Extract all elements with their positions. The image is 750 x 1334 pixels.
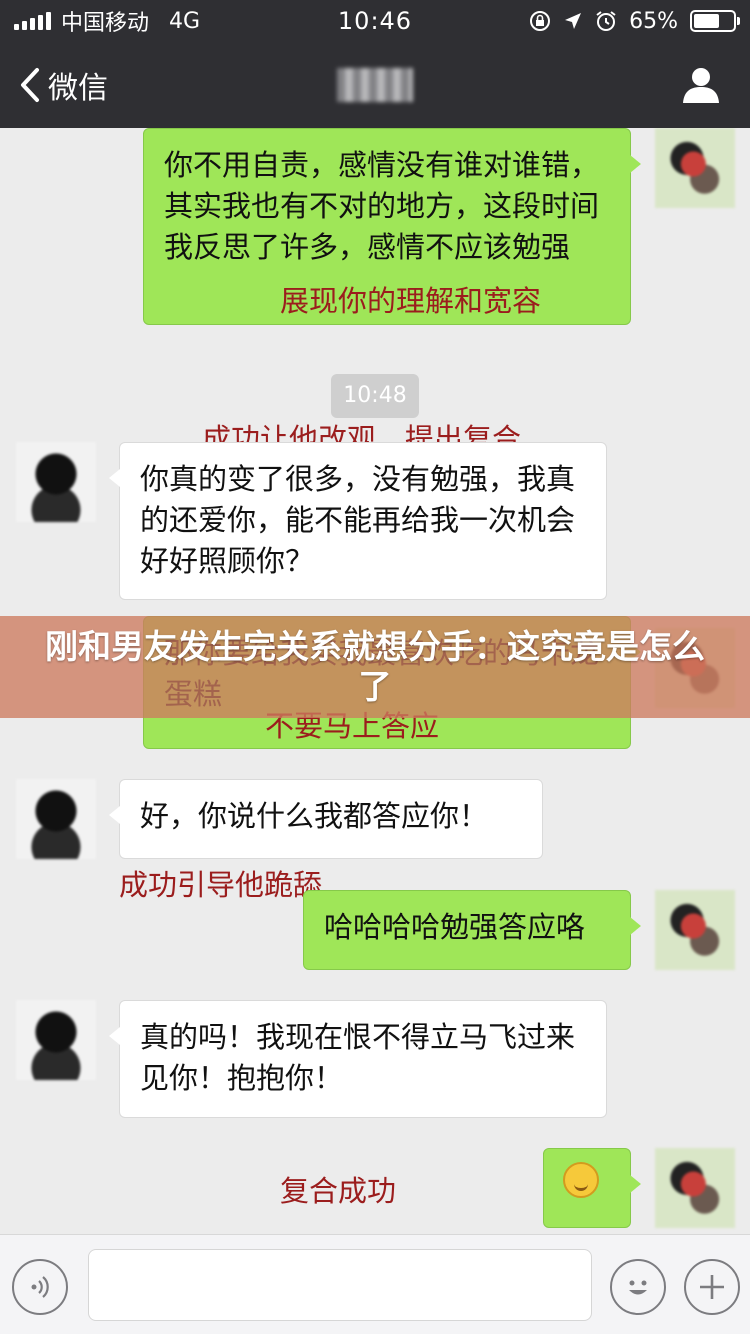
- emoji-button[interactable]: [610, 1259, 666, 1315]
- back-label: 微信: [48, 71, 108, 106]
- alarm-icon: [596, 11, 616, 31]
- annotation-text: 展现你的理解和宽容: [280, 284, 542, 318]
- message-bubble-friend: 你真的变了很多，没有勉强，我真的还爱你，能不能再给我一次机会好好照顾你？: [109, 442, 607, 600]
- location-icon: [565, 13, 582, 29]
- lock-rotation-icon: [530, 11, 551, 31]
- message-input[interactable]: [88, 1249, 592, 1321]
- carrier-label: 中国移动: [61, 11, 150, 36]
- message-bubble-friend: 真的吗！我现在恨不得立马飞过来见你！抱抱你！: [109, 1000, 607, 1118]
- smiley-icon: [629, 1280, 647, 1295]
- my-avatar[interactable]: [655, 890, 735, 970]
- annotation-text: 成功引导他跪舔: [119, 868, 323, 902]
- friend-avatar[interactable]: [16, 1000, 96, 1080]
- input-bar: [0, 1234, 750, 1334]
- network-label: 4G: [169, 8, 201, 34]
- plus-icon: [700, 1275, 724, 1299]
- chat-area[interactable]: 你不用自责，感情没有谁对谁错，其实我也有不对的地方，这段时间我反思了许多，感情不…: [0, 128, 750, 1234]
- top-bar: 中国移动 4G 10:46 65% 微信: [0, 0, 750, 128]
- battery-fill: [694, 14, 719, 28]
- profile-button[interactable]: [682, 66, 720, 108]
- battery-icon: [690, 10, 740, 32]
- message-bubble-friend: 好，你说什么我都答应你！: [109, 779, 543, 859]
- chat-title-blurred: [337, 68, 413, 102]
- more-button[interactable]: [684, 1259, 740, 1315]
- status-time: 10:46: [337, 7, 413, 35]
- signal-icon: [14, 12, 51, 30]
- person-icon: [683, 68, 719, 103]
- back-button[interactable]: 微信: [20, 63, 108, 107]
- chat-timestamp: 10:48: [331, 374, 419, 418]
- annotation-text: 复合成功: [280, 1174, 397, 1208]
- my-avatar[interactable]: [655, 128, 735, 208]
- battery-percent: 65%: [629, 8, 678, 34]
- my-avatar[interactable]: [655, 1148, 735, 1228]
- article-title-overlay: 刚和男友发生完关系就想分手：这究竟是怎么了: [0, 616, 750, 718]
- nav-bar: 微信: [0, 42, 750, 128]
- status-bar: 中国移动 4G 10:46 65%: [0, 0, 750, 42]
- article-title: 刚和男友发生完关系就想分手：这究竟是怎么了: [45, 627, 705, 706]
- chevron-left-icon: [21, 68, 39, 102]
- friend-avatar[interactable]: [16, 442, 96, 522]
- friend-avatar[interactable]: [16, 779, 96, 859]
- grin-emoji-icon: [563, 1162, 599, 1198]
- voice-button[interactable]: [12, 1259, 68, 1315]
- message-bubble-me: 哈哈哈哈勉强答应咯: [303, 890, 641, 970]
- voice-icon: [31, 1276, 49, 1298]
